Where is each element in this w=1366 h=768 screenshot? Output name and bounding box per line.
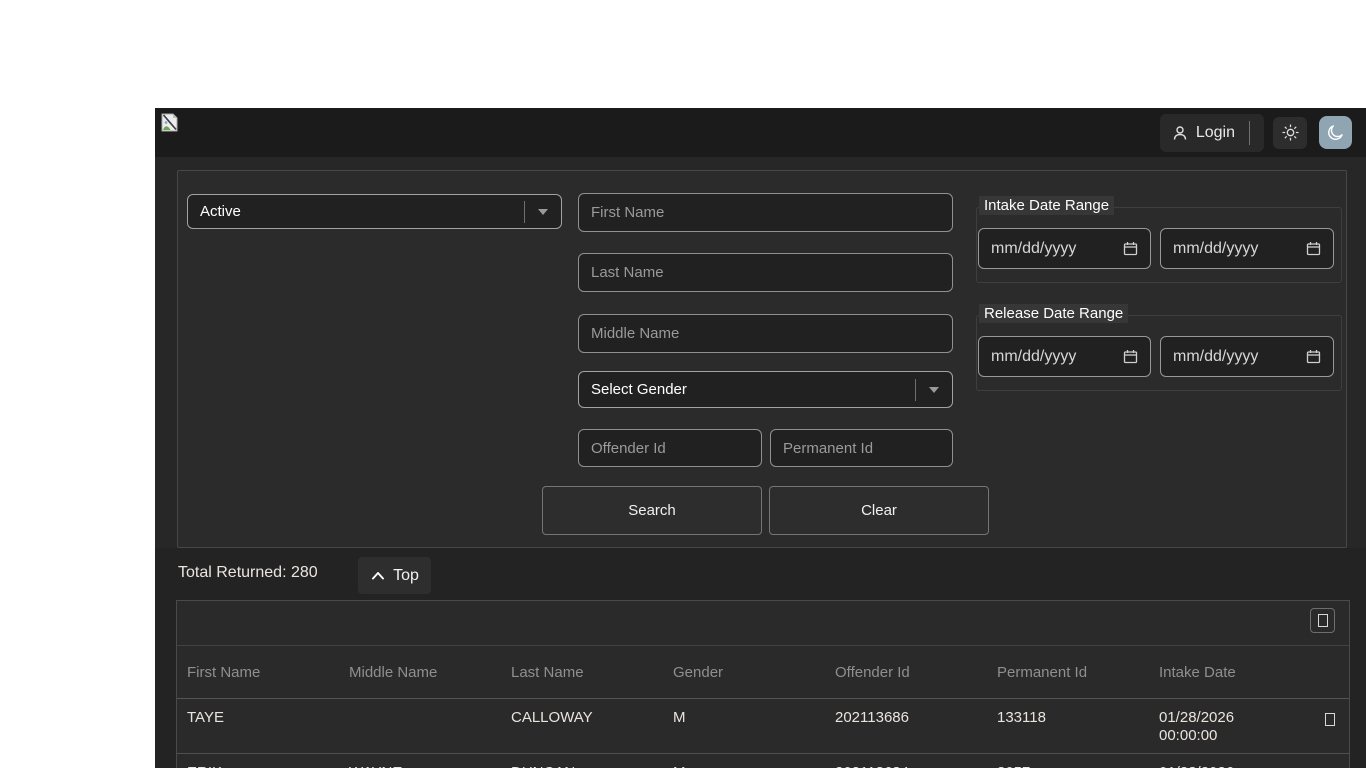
total-returned-value: 280 bbox=[290, 564, 318, 581]
date-placeholder: mm/dd/yyyy bbox=[991, 347, 1077, 365]
release-date-to-input[interactable]: mm/dd/yyyy bbox=[1160, 336, 1334, 377]
chevron-down-icon bbox=[929, 386, 939, 393]
intake-date-to-input[interactable]: mm/dd/yyyy bbox=[1160, 228, 1334, 269]
permanent-id-input[interactable] bbox=[770, 429, 953, 467]
cell-gender: M bbox=[673, 709, 686, 726]
calendar-icon bbox=[1306, 242, 1321, 256]
total-returned-label: Total Returned: bbox=[178, 564, 287, 581]
table-toolbar bbox=[177, 601, 1349, 646]
column-header-middle-name[interactable]: Middle Name bbox=[339, 664, 501, 681]
cell-intake-date: 01/28/2026 00:00:00 bbox=[1159, 709, 1235, 744]
person-icon bbox=[1173, 125, 1187, 140]
results-bar: Total Returned: 280 Top bbox=[155, 548, 1366, 600]
table-row[interactable]: ERIK WAYNE DUNCAN M 202113684 3057 01/28… bbox=[177, 754, 1349, 768]
table-action-button[interactable] bbox=[1310, 608, 1335, 633]
calendar-icon bbox=[1306, 350, 1321, 364]
cell-middle-name: WAYNE bbox=[339, 754, 501, 768]
select-divider bbox=[915, 378, 916, 401]
intake-date-range-group: Intake Date Range mm/dd/yyyy mm/dd/yyyy bbox=[976, 196, 1342, 283]
table-row[interactable]: TAYE CALLOWAY M 202113686 133118 01/28/2… bbox=[177, 699, 1349, 754]
gender-select-value: Select Gender bbox=[591, 381, 687, 398]
status-select-value: Active bbox=[200, 203, 241, 220]
dark-mode-button[interactable] bbox=[1319, 116, 1352, 149]
navbar-divider bbox=[1249, 120, 1250, 145]
search-button[interactable]: Search bbox=[542, 486, 762, 535]
select-divider bbox=[524, 200, 525, 223]
total-returned-text: Total Returned: 280 bbox=[178, 564, 318, 582]
square-icon bbox=[1317, 614, 1328, 627]
app-window: Login Active First Name Last Name Middle… bbox=[155, 108, 1366, 768]
moon-icon bbox=[1328, 125, 1343, 140]
intake-date-range-label: Intake Date Range bbox=[979, 196, 1115, 215]
sun-icon bbox=[1281, 124, 1299, 141]
cell-permanent-id: 133118 bbox=[997, 709, 1046, 726]
cell-first-name: TAYE bbox=[187, 709, 224, 726]
offender-id-input[interactable] bbox=[578, 429, 762, 467]
scroll-to-top-button[interactable]: Top bbox=[358, 557, 431, 594]
calendar-icon bbox=[1123, 350, 1138, 364]
cell-last-name: DUNCAN bbox=[501, 754, 663, 768]
calendar-icon bbox=[1123, 242, 1138, 256]
navbar-actions: Login bbox=[1159, 108, 1352, 157]
chevron-up-icon bbox=[372, 572, 385, 580]
column-header-intake-date[interactable]: Intake Date bbox=[1149, 664, 1311, 681]
cell-intake-date: 01/28/2026 bbox=[1149, 754, 1289, 768]
column-header-first-name[interactable]: First Name bbox=[177, 664, 339, 681]
date-placeholder: mm/dd/yyyy bbox=[1173, 239, 1259, 257]
cell-offender-id: 202113686 bbox=[835, 709, 909, 726]
column-header-last-name[interactable]: Last Name bbox=[501, 664, 663, 681]
cell-offender-id: 202113684 bbox=[825, 754, 987, 768]
column-header-offender-id[interactable]: Offender Id bbox=[825, 664, 987, 681]
cell-gender: M bbox=[663, 754, 825, 768]
results-table: First Name Middle Name Last Name Gender … bbox=[176, 600, 1350, 768]
broken-image-icon bbox=[161, 113, 178, 132]
cell-first-name: ERIK bbox=[177, 754, 339, 768]
cell-middle-name bbox=[339, 699, 501, 709]
search-form-panel: Active Select Gender Search Clear Intake… bbox=[177, 170, 1347, 548]
release-date-range-label: Release Date Range bbox=[979, 304, 1129, 323]
login-button[interactable]: Login bbox=[1159, 113, 1264, 152]
middle-name-input[interactable] bbox=[578, 314, 953, 353]
last-name-input[interactable] bbox=[578, 253, 953, 292]
results-section: Total Returned: 280 Top First Name Middl… bbox=[155, 548, 1366, 768]
table-header-row: First Name Middle Name Last Name Gender … bbox=[177, 646, 1349, 699]
status-select[interactable]: Active bbox=[187, 194, 562, 229]
date-placeholder: mm/dd/yyyy bbox=[991, 239, 1077, 257]
cell-last-name: CALLOWAY bbox=[511, 709, 593, 726]
chevron-down-icon bbox=[538, 208, 548, 215]
release-date-from-input[interactable]: mm/dd/yyyy bbox=[978, 336, 1151, 377]
login-label: Login bbox=[1195, 123, 1235, 141]
top-navbar: Login bbox=[155, 108, 1366, 157]
intake-date-from-input[interactable]: mm/dd/yyyy bbox=[978, 228, 1151, 269]
clear-button[interactable]: Clear bbox=[769, 486, 989, 535]
square-icon bbox=[1325, 713, 1335, 726]
release-date-range-group: Release Date Range mm/dd/yyyy mm/dd/yyyy bbox=[976, 304, 1342, 391]
column-header-gender[interactable]: Gender bbox=[663, 664, 825, 681]
light-mode-button[interactable] bbox=[1273, 116, 1307, 149]
first-name-input[interactable] bbox=[578, 193, 953, 232]
gender-select[interactable]: Select Gender bbox=[578, 371, 953, 408]
date-placeholder: mm/dd/yyyy bbox=[1173, 347, 1259, 365]
column-header-permanent-id[interactable]: Permanent Id bbox=[987, 664, 1149, 681]
top-button-label: Top bbox=[393, 566, 419, 584]
row-select-button[interactable] bbox=[1311, 699, 1349, 726]
cell-permanent-id: 3057 bbox=[987, 754, 1149, 768]
row-select-button[interactable] bbox=[1311, 754, 1349, 768]
